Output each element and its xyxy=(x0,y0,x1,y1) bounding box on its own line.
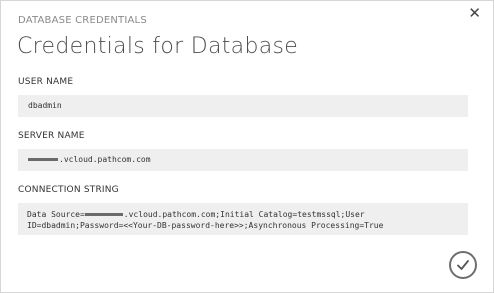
server-name-value: .vcloud.pathcom.com xyxy=(59,155,151,164)
close-icon[interactable]: ✕ xyxy=(468,6,481,21)
checkmark-icon xyxy=(457,260,469,270)
server-name-field[interactable]: .vcloud.pathcom.com xyxy=(18,149,468,171)
dialog-title: Credentials for Database xyxy=(17,34,299,59)
redacted-mask xyxy=(28,158,58,161)
user-name-field[interactable]: dbadmin xyxy=(18,95,468,117)
server-name-label: SERVER NAME xyxy=(18,131,85,141)
redacted-mask xyxy=(84,213,123,216)
connection-string-label: CONNECTION STRING xyxy=(18,185,119,195)
user-name-value: dbadmin xyxy=(28,101,62,110)
credentials-dialog: DATABASE CREDENTIALS ✕ Credentials for D… xyxy=(0,0,494,293)
user-name-label: USER NAME xyxy=(18,77,74,87)
connection-string-prefix: Data Source= xyxy=(27,210,85,219)
dialog-kicker: DATABASE CREDENTIALS xyxy=(18,15,147,26)
connection-string-field[interactable]: Data Source= .vcloud.pathcom.com;Initial … xyxy=(18,203,468,235)
ok-button[interactable] xyxy=(449,251,477,279)
